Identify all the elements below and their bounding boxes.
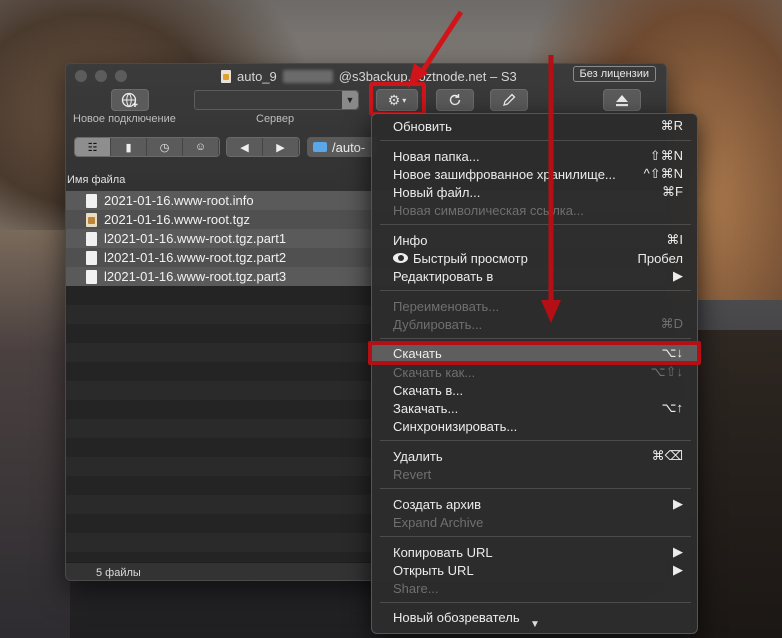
menu-item-new-symlink: Новая символическая ссылка... <box>393 202 584 218</box>
minimize-window-button[interactable] <box>95 70 107 82</box>
file-name: l2021-01-16.www-root.tgz.part1 <box>104 231 287 246</box>
back-arrow-icon[interactable]: ◀ <box>227 138 263 156</box>
navigation-segment: ◀ ▶ <box>226 137 300 157</box>
menu-item-open-url[interactable]: Открыть URL ▶ <box>372 561 697 579</box>
menu-separator <box>380 536 691 537</box>
refresh-icon <box>449 94 461 106</box>
menu-item-copy-url[interactable]: Копировать URL ▶ <box>372 543 697 561</box>
forward-arrow-icon[interactable]: ▶ <box>263 138 299 156</box>
file-name: 2021-01-16.www-root.tgz <box>104 212 250 227</box>
submenu-arrow-icon: ▶ <box>673 544 683 559</box>
menu-item-refresh[interactable]: Обновить ⌘R <box>372 117 697 135</box>
menu-item-duplicate: Дублировать... ⌘D <box>393 316 683 332</box>
document-icon <box>86 269 97 284</box>
menu-separator <box>380 140 691 141</box>
bookmarks-icon[interactable]: ▮ <box>111 138 147 156</box>
title-prefix: auto_9 <box>237 68 277 84</box>
menu-item-edit-with[interactable]: Редактировать в ▶ <box>372 267 697 285</box>
pencil-icon <box>503 93 516 106</box>
menu-item-delete[interactable]: Удалить ⌘⌫ <box>372 447 697 465</box>
submenu-arrow-icon: ▶ <box>673 562 683 577</box>
gear-highlight-box <box>369 82 426 116</box>
new-connection-button[interactable] <box>111 89 149 111</box>
license-button[interactable]: Без лицензии <box>572 66 656 82</box>
menu-item-share: Share... <box>393 580 439 596</box>
menu-separator <box>380 602 691 603</box>
menu-item-quick-look[interactable]: Быстрый просмотр Пробел <box>372 249 697 267</box>
redacted-blur <box>282 69 333 83</box>
menu-item-create-archive[interactable]: Создать архив ▶ <box>372 495 697 513</box>
menu-separator <box>380 290 691 291</box>
menu-item-info[interactable]: Инфо ⌘I <box>372 231 697 249</box>
menu-item-new-vault[interactable]: Новое зашифрованное хранилище... ^⇧⌘N <box>372 165 697 183</box>
new-connection-label: Новое подключение <box>73 113 176 125</box>
history-clock-icon[interactable]: ◷ <box>147 138 183 156</box>
document-icon <box>221 69 231 83</box>
menu-item-download-as: Скачать как... ⌥⇧↓ <box>393 364 683 380</box>
document-icon <box>86 231 97 246</box>
scroll-down-arrow-icon[interactable]: ▼ <box>530 619 540 630</box>
download-highlight-box <box>368 341 701 365</box>
file-name: 2021-01-16.www-root.info <box>104 193 254 208</box>
folder-icon <box>313 142 327 152</box>
outline-view-icon[interactable]: ☷ <box>75 138 111 156</box>
menu-item-upload[interactable]: Закачать... ⌥↑ <box>372 399 697 417</box>
server-select[interactable]: ▼ <box>194 90 359 110</box>
edit-button[interactable] <box>490 89 528 111</box>
view-mode-segment: ☷ ▮ ◷ ☺ <box>74 137 220 157</box>
disconnect-button[interactable] <box>603 89 641 111</box>
menu-item-download-to[interactable]: Скачать в... <box>372 381 697 399</box>
menu-item-new-file[interactable]: Новый файл... ⌘F <box>372 183 697 201</box>
path-selector[interactable]: /auto- <box>307 137 377 157</box>
path-text: /auto- <box>332 139 366 155</box>
document-icon <box>86 250 97 265</box>
globe-plus-icon <box>121 92 138 108</box>
zoom-window-button[interactable] <box>115 70 127 82</box>
menu-item-revert: Revert <box>393 466 432 482</box>
eject-icon <box>616 94 628 106</box>
submenu-arrow-icon: ▶ <box>673 496 683 511</box>
menu-item-expand-archive: Expand Archive <box>393 514 484 530</box>
wallpaper-rock-right <box>690 330 782 638</box>
file-name: l2021-01-16.www-root.tgz.part2 <box>104 250 287 265</box>
menu-item-synchronize[interactable]: Синхронизировать... <box>372 417 697 435</box>
title-suffix: @s3backup.hoztnode.net – S3 <box>338 68 517 84</box>
document-icon <box>86 193 97 208</box>
menu-item-new-folder[interactable]: Новая папка... ⇧⌘N <box>372 147 697 165</box>
context-menu: Обновить ⌘R Новая папка... ⇧⌘N Новое зашиф… <box>371 113 698 634</box>
menu-separator <box>380 224 691 225</box>
menu-separator <box>380 488 691 489</box>
archive-icon <box>86 212 97 227</box>
menu-item-rename: Переименовать... <box>393 298 500 314</box>
wallpaper-coast-left <box>0 230 70 638</box>
server-label: Сервер <box>256 113 295 125</box>
bonjour-icon[interactable]: ☺ <box>183 138 219 156</box>
close-window-button[interactable] <box>75 70 87 82</box>
chevron-down-icon: ▼ <box>342 91 358 109</box>
menu-separator <box>380 440 691 441</box>
refresh-button[interactable] <box>436 89 474 111</box>
menu-separator <box>380 338 691 339</box>
eye-icon <box>393 253 408 263</box>
file-name: l2021-01-16.www-root.tgz.part3 <box>104 269 287 284</box>
submenu-arrow-icon: ▶ <box>673 268 683 283</box>
